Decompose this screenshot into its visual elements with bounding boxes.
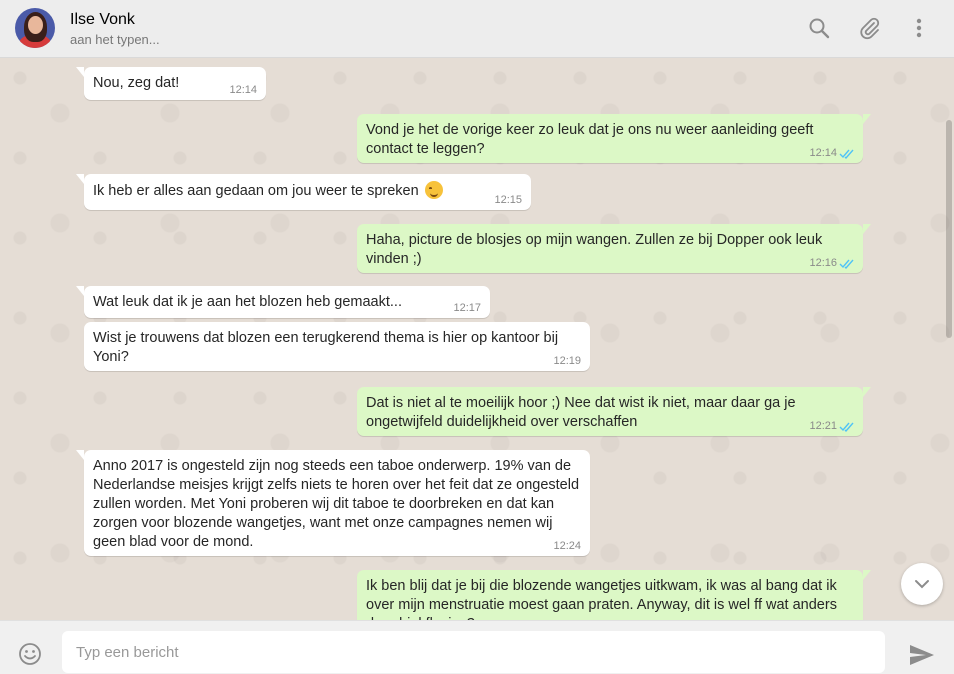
contact-avatar[interactable] [15, 8, 55, 48]
paperclip-icon[interactable] [855, 14, 883, 42]
message-text: Wist je trouwens dat blozen een terugker… [93, 330, 559, 365]
message-outgoing[interactable]: Vond je het de vorige keer zo leuk dat j… [357, 114, 871, 163]
message-incoming[interactable]: Wist je trouwens dat blozen een terugker… [84, 322, 590, 371]
message-text: Anno 2017 is ongesteld zijn nog steeds e… [93, 458, 580, 550]
composer [0, 620, 954, 674]
message-incoming[interactable]: Wat leuk dat ik je aan het blozen heb ge… [76, 286, 490, 318]
message-time: 12:19 [553, 355, 581, 367]
message-time: 12:21 [809, 420, 837, 432]
message-input[interactable] [62, 631, 885, 673]
search-icon[interactable] [805, 14, 833, 42]
message-list[interactable]: Nou, zeg dat! 12:14 Vond je het de vorig… [0, 58, 954, 620]
message-time: 12:14 [229, 84, 257, 96]
read-ticks-icon [839, 259, 854, 269]
message-time: 12:17 [453, 302, 481, 314]
message-time: 12:15 [494, 194, 522, 206]
message-time: 12:16 [809, 257, 837, 269]
winking-face-emoji [424, 181, 443, 199]
message-text: Vond je het de vorige keer zo leuk dat j… [366, 122, 814, 157]
scroll-down-button[interactable] [901, 563, 943, 605]
message-incoming[interactable]: Ik heb er alles aan gedaan om jou weer t… [76, 174, 531, 210]
contact-status: aan het typen... [70, 32, 160, 47]
message-outgoing[interactable]: Haha, picture de blosjes op mijn wangen.… [357, 224, 871, 273]
message-time: 12:24 [553, 540, 581, 552]
message-text: Nou, zeg dat! [93, 75, 180, 91]
chat-header: Ilse Vonk aan het typen... [0, 0, 954, 58]
message-text: Haha, picture de blosjes op mijn wangen.… [366, 232, 823, 267]
message-incoming[interactable]: Anno 2017 is ongesteld zijn nog steeds e… [76, 450, 590, 556]
message-outgoing[interactable]: Dat is niet al te moeilijk hoor ;) Nee d… [357, 387, 871, 436]
read-ticks-icon [839, 149, 854, 159]
message-text: Ik ben blij dat je bij die blozende wang… [366, 578, 837, 620]
message-text: Ik heb er alles aan gedaan om jou weer t… [93, 183, 419, 199]
scrollbar[interactable] [946, 120, 952, 338]
more-vertical-icon[interactable] [905, 14, 933, 42]
read-ticks-icon [839, 422, 854, 432]
message-outgoing[interactable]: Ik ben blij dat je bij die blozende wang… [357, 570, 871, 620]
message-text: Dat is niet al te moeilijk hoor ;) Nee d… [366, 395, 796, 430]
send-icon[interactable] [907, 641, 937, 669]
chevron-down-icon [915, 580, 929, 589]
smiley-icon[interactable] [17, 641, 43, 667]
message-incoming[interactable]: Nou, zeg dat! 12:14 [76, 67, 266, 100]
contact-name[interactable]: Ilse Vonk [70, 11, 135, 29]
message-text: Wat leuk dat ik je aan het blozen heb ge… [93, 294, 402, 310]
message-time: 12:14 [809, 147, 837, 159]
